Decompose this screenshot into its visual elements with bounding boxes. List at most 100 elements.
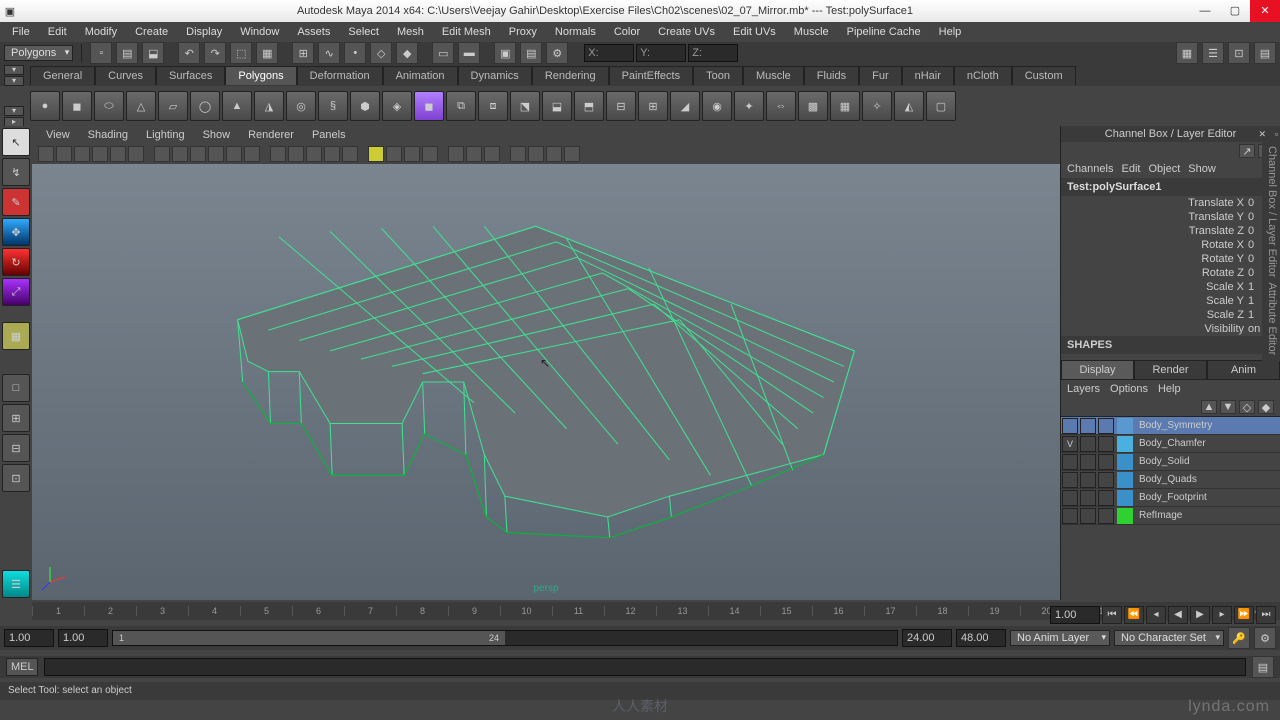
layer-new-selected-icon[interactable]: ◆ (1258, 400, 1274, 414)
prefs-icon[interactable]: ⚙ (1254, 627, 1276, 649)
bevel-icon[interactable]: ◢ (670, 91, 700, 121)
channel-tab-show[interactable]: Show (1188, 163, 1216, 175)
scale-tool[interactable]: ⤢ (2, 278, 30, 306)
vt-field-chart-icon[interactable] (226, 146, 242, 162)
history-icon[interactable]: ▭ (432, 42, 454, 64)
playback-start-field[interactable]: 1.00 (58, 629, 108, 647)
shelf-tab-deformation[interactable]: Deformation (297, 66, 383, 85)
two-pane-layout[interactable]: ⊟ (2, 434, 30, 462)
z-field[interactable]: Z: (688, 44, 738, 62)
snap-plane-icon[interactable]: ◇ (370, 42, 392, 64)
channel-tab-edit[interactable]: Edit (1121, 163, 1140, 175)
shelf-tab-general[interactable]: General (30, 66, 95, 85)
poly-sphere-icon[interactable]: ● (30, 91, 60, 121)
new-scene-icon[interactable]: ▫ (90, 42, 112, 64)
go-end-button[interactable]: ⏭ (1256, 606, 1276, 624)
shelf-tab-ncloth[interactable]: nCloth (954, 66, 1012, 85)
vt-isolate-icon[interactable] (368, 146, 384, 162)
paint-select-tool[interactable]: ✎ (2, 188, 30, 216)
vt-renderer-icon[interactable] (510, 146, 526, 162)
shelf-tab-rendering[interactable]: Rendering (532, 66, 609, 85)
play-forward-button[interactable]: ▶ (1190, 606, 1210, 624)
close-button[interactable]: ✕ (1250, 0, 1280, 22)
layer-row[interactable]: RefImage (1061, 507, 1280, 525)
poly-pyramid-icon[interactable]: ◮ (254, 91, 284, 121)
vt-grid-icon[interactable] (154, 146, 170, 162)
maximize-button[interactable]: ▢ (1220, 0, 1250, 22)
vt-viewcube-icon[interactable] (484, 146, 500, 162)
vt-grease-icon[interactable] (128, 146, 144, 162)
menu-create-uvs[interactable]: Create UVs (650, 24, 723, 40)
autokey-icon[interactable]: 🔑 (1228, 627, 1250, 649)
x-field[interactable]: X: (584, 44, 634, 62)
layer-row[interactable]: Body_Solid (1061, 453, 1280, 471)
shelf-tab-toon[interactable]: Toon (693, 66, 743, 85)
channel-mode-icon[interactable]: ↗ (1239, 144, 1255, 158)
open-scene-icon[interactable]: ▤ (116, 42, 138, 64)
menu-help[interactable]: Help (931, 24, 970, 40)
shelf-tab-muscle[interactable]: Muscle (743, 66, 804, 85)
poly-helix-icon[interactable]: § (318, 91, 348, 121)
single-pane-layout[interactable]: □ (2, 374, 30, 402)
bridge-icon[interactable]: ⬓ (542, 91, 572, 121)
poly-cone-icon[interactable]: △ (126, 91, 156, 121)
vt-select-camera-icon[interactable] (38, 146, 54, 162)
snap-grid-icon[interactable]: ⊞ (292, 42, 314, 64)
four-pane-layout[interactable]: ⊞ (2, 404, 30, 432)
select-hierarchy-icon[interactable]: ⬚ (230, 42, 252, 64)
shelf-tab-curves[interactable]: Curves (95, 66, 156, 85)
menu-color[interactable]: Color (606, 24, 648, 40)
menu-normals[interactable]: Normals (547, 24, 604, 40)
workspace-mode-dropdown[interactable]: Polygons (4, 45, 73, 61)
render-icon[interactable]: ▣ (494, 42, 516, 64)
render-settings-icon[interactable]: ⚙ (546, 42, 568, 64)
construction-history-icon[interactable]: ▬ (458, 42, 480, 64)
viewmenu-show[interactable]: Show (195, 128, 239, 142)
layer-menu-options[interactable]: Options (1110, 383, 1148, 395)
vt-textured-icon[interactable] (306, 146, 322, 162)
menu-select[interactable]: Select (340, 24, 387, 40)
menu-edit-mesh[interactable]: Edit Mesh (434, 24, 499, 40)
snap-point-icon[interactable]: • (344, 42, 366, 64)
vt-hq-icon[interactable] (528, 146, 544, 162)
viewmenu-shading[interactable]: Shading (80, 128, 136, 142)
attr-row[interactable]: Translate Z0 (1061, 224, 1280, 238)
poly-torus-icon[interactable]: ◯ (190, 91, 220, 121)
layer-menu-layers[interactable]: Layers (1067, 383, 1100, 395)
shelf-tab-custom[interactable]: Custom (1012, 66, 1076, 85)
viewmenu-panels[interactable]: Panels (304, 128, 354, 142)
attr-row[interactable]: Visibilityon (1061, 322, 1280, 336)
offset-loop-icon[interactable]: ⊞ (638, 91, 668, 121)
poly-type-icon[interactable]: ◼ (414, 91, 444, 121)
poly-pipe-icon[interactable]: ◎ (286, 91, 316, 121)
attr-row[interactable]: Rotate X0 (1061, 238, 1280, 252)
sculpt-icon[interactable]: ✦ (734, 91, 764, 121)
vt-highlight-icon[interactable] (422, 146, 438, 162)
tool-settings-toggle-icon[interactable]: ⊡ (1228, 42, 1250, 64)
vt-safe-action-icon[interactable] (244, 146, 260, 162)
menu-window[interactable]: Window (232, 24, 287, 40)
layer-tab-render[interactable]: Render (1134, 360, 1207, 380)
go-start-button[interactable]: ⏮ (1102, 606, 1122, 624)
layer-tab-display[interactable]: Display (1061, 360, 1134, 380)
three-pane-layout[interactable]: ⊡ (2, 464, 30, 492)
cleanup-icon[interactable]: ✧ (862, 91, 892, 121)
vt-shadows-icon[interactable] (342, 146, 358, 162)
combine-icon[interactable]: ⧉ (446, 91, 476, 121)
current-frame-field[interactable]: 1.00 (1050, 606, 1100, 624)
vt-lock-camera-icon[interactable] (56, 146, 72, 162)
layer-tab-anim[interactable]: Anim (1207, 360, 1280, 380)
layer-row[interactable]: Body_Symmetry (1061, 417, 1280, 435)
vt-motion-blur-icon[interactable] (546, 146, 562, 162)
channel-tab-object[interactable]: Object (1148, 163, 1180, 175)
channel-box-toggle-icon[interactable]: ▤ (1254, 42, 1276, 64)
poly-prism-icon[interactable]: ▲ (222, 91, 252, 121)
layer-new-empty-icon[interactable]: ◇ (1239, 400, 1255, 414)
poly-soccer-icon[interactable]: ⬢ (350, 91, 380, 121)
shelf-tab-fur[interactable]: Fur (859, 66, 902, 85)
poly-cube-icon[interactable]: ◼ (62, 91, 92, 121)
layer-row[interactable]: Body_Quads (1061, 471, 1280, 489)
perspective-viewport[interactable]: persp ↖ (32, 164, 1060, 600)
vt-bookmarks-icon[interactable] (74, 146, 90, 162)
anim-start-field[interactable]: 1.00 (4, 629, 54, 647)
